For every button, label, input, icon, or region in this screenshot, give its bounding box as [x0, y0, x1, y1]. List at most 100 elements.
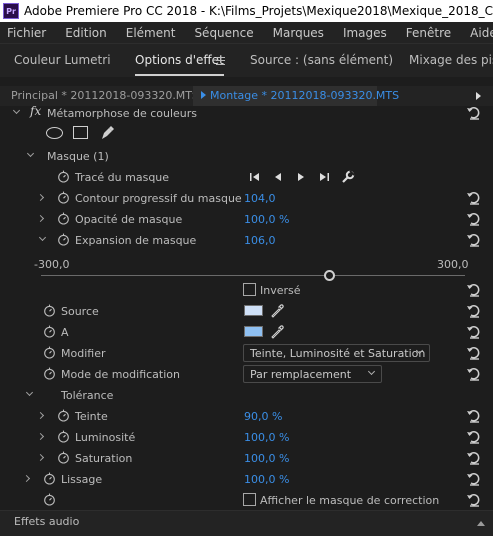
master-clip-label[interactable]: Principal * 20112018-093320.MTS — [11, 89, 199, 102]
menu-fichier[interactable]: Fichier — [7, 26, 46, 40]
reset-icon[interactable] — [466, 429, 482, 445]
modify-dropdown[interactable]: Teinte, Luminosité et Saturation — [243, 344, 430, 362]
hue-value[interactable]: 90,0 % — [244, 410, 282, 423]
target-color-swatch[interactable] — [244, 326, 263, 337]
stopwatch-icon[interactable] — [43, 325, 56, 338]
stopwatch-icon[interactable] — [43, 493, 56, 506]
menu-sequence[interactable]: Séquence — [194, 26, 253, 40]
panel-menu-icon[interactable] — [216, 57, 225, 65]
slider-max-label: 300,0 — [437, 258, 469, 271]
menu-aide[interactable]: Aide — [470, 26, 493, 40]
expand-chevron-icon[interactable] — [36, 411, 45, 420]
tab-lumetri-color[interactable]: Couleur Lumetri — [14, 53, 111, 67]
reset-icon[interactable] — [466, 408, 482, 424]
stopwatch-icon[interactable] — [43, 346, 56, 359]
reset-icon[interactable] — [466, 232, 482, 248]
mask-feather-value[interactable]: 104,0 — [244, 192, 276, 205]
inverted-checkbox[interactable] — [243, 283, 256, 296]
ellipse-mask-icon[interactable] — [46, 127, 63, 139]
mode-value: Par remplacement — [250, 368, 352, 381]
menu-edition[interactable]: Edition — [65, 26, 107, 40]
softness-value[interactable]: 100,0 % — [244, 473, 289, 486]
stopwatch-icon[interactable] — [57, 191, 70, 204]
collapse-mask-chevron-icon[interactable] — [26, 149, 35, 158]
sequence-clip-selector[interactable]: Montage * 20112018-093320.MTS — [193, 86, 399, 106]
tab-track-mixer[interactable]: Mixage des pistes — [409, 53, 493, 67]
tab-effect-controls[interactable]: Options d'effet — [135, 53, 224, 76]
expand-chevron-icon[interactable] — [22, 474, 31, 483]
title-bar: Pr Adobe Premiere Pro CC 2018 - K:\Films… — [0, 0, 493, 22]
source-color-row: Source — [0, 301, 493, 322]
reset-icon[interactable] — [466, 190, 482, 206]
reset-icon[interactable] — [466, 492, 482, 508]
scroll-up-arrow-icon[interactable] — [477, 521, 485, 526]
lightness-value[interactable]: 100,0 % — [244, 431, 289, 444]
show-mask-checkbox[interactable] — [243, 493, 256, 506]
menu-fenetre[interactable]: Fenêtre — [406, 26, 451, 40]
rectangle-mask-icon[interactable] — [73, 126, 88, 139]
menu-bar: Fichier Edition Elément Séquence Marques… — [0, 22, 493, 43]
eyedropper-icon[interactable] — [270, 324, 285, 339]
expand-timeline-icon[interactable] — [476, 92, 481, 100]
show-mask-row: Afficher le masque de correction — [0, 490, 493, 510]
saturation-value[interactable]: 100,0 % — [244, 452, 289, 465]
stopwatch-icon[interactable] — [43, 367, 56, 380]
track-backward-icon[interactable] — [248, 170, 262, 184]
modify-value: Teinte, Luminosité et Saturation — [250, 347, 426, 360]
reset-icon[interactable] — [466, 211, 482, 227]
menu-element[interactable]: Elément — [126, 26, 176, 40]
expand-chevron-icon[interactable] — [36, 214, 45, 223]
reset-icon[interactable] — [466, 366, 482, 382]
collapse-chevron-icon[interactable] — [25, 388, 34, 397]
mask-opacity-value[interactable]: 100,0 % — [244, 213, 289, 226]
tolerance-label: Tolérance — [61, 389, 114, 402]
pen-mask-icon[interactable] — [99, 124, 116, 141]
mode-label: Mode de modification — [61, 368, 180, 381]
collapse-effect-chevron-icon[interactable] — [12, 106, 21, 115]
reset-icon[interactable] — [466, 303, 482, 319]
mode-dropdown[interactable]: Par remplacement — [243, 365, 382, 383]
reset-icon[interactable] — [466, 345, 482, 361]
expand-chevron-icon[interactable] — [36, 432, 45, 441]
mask-expansion-row: Expansion de masque 106,0 — [0, 230, 493, 251]
source-color-swatch[interactable] — [244, 305, 263, 316]
tolerance-row[interactable]: Tolérance — [0, 385, 493, 406]
stopwatch-icon[interactable] — [43, 304, 56, 317]
softness-row: Lissage 100,0 % — [0, 469, 493, 490]
step-backward-icon[interactable] — [271, 170, 285, 184]
reset-icon[interactable] — [466, 282, 482, 298]
reset-icon[interactable] — [466, 450, 482, 466]
hue-label: Teinte — [75, 410, 108, 423]
mask-opacity-label: Opacité de masque — [75, 213, 183, 226]
window-title: Adobe Premiere Pro CC 2018 - K:\Films_Pr… — [24, 4, 493, 18]
modify-row: Modifier Teinte, Luminosité et Saturatio… — [0, 343, 493, 364]
fx-icon[interactable]: fx — [30, 106, 41, 118]
menu-images[interactable]: Images — [343, 26, 387, 40]
eyedropper-icon[interactable] — [270, 303, 285, 318]
stopwatch-icon[interactable] — [43, 472, 56, 485]
mask-expansion-value[interactable]: 106,0 — [244, 234, 276, 247]
stopwatch-icon[interactable] — [57, 233, 70, 246]
mask-row[interactable]: Masque (1) — [0, 146, 493, 167]
wrench-icon[interactable] — [341, 170, 355, 184]
stopwatch-icon[interactable] — [57, 451, 70, 464]
menu-marques[interactable]: Marques — [273, 26, 324, 40]
reset-effect-icon[interactable] — [466, 106, 482, 121]
reset-icon[interactable] — [466, 324, 482, 340]
stopwatch-icon[interactable] — [57, 170, 70, 183]
step-forward-icon[interactable] — [294, 170, 308, 184]
tab-source[interactable]: Source : (sans élément) — [250, 53, 393, 67]
reset-icon[interactable] — [466, 471, 482, 487]
stopwatch-icon[interactable] — [57, 409, 70, 422]
slider-min-label: -300,0 — [34, 258, 70, 271]
track-forward-icon[interactable] — [317, 170, 331, 184]
stopwatch-icon[interactable] — [57, 212, 70, 225]
collapse-chevron-icon[interactable] — [38, 233, 47, 242]
expansion-slider-track[interactable] — [41, 275, 465, 276]
mask-opacity-row: Opacité de masque 100,0 % — [0, 209, 493, 230]
expand-chevron-icon[interactable] — [36, 193, 45, 202]
stopwatch-icon[interactable] — [57, 430, 70, 443]
expand-chevron-icon[interactable] — [36, 453, 45, 462]
mask-expansion-label: Expansion de masque — [75, 234, 197, 247]
premiere-app-icon: Pr — [3, 3, 19, 19]
